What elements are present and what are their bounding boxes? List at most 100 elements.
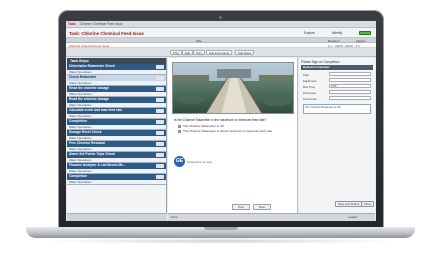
signoff-field-row: Task [301,72,373,77]
task-step-item[interactable]: Check Rotameter Water Operations [67,75,166,86]
task-step-category: Water Operations [69,81,92,85]
task-step-name: Read the chlorine dosage [67,97,166,103]
signoff-note[interactable]: The Chlorine Rotameter is OK [303,104,371,114]
prev-button[interactable]: Prev [232,204,250,210]
add-instructions-button[interactable]: Add Instructions [206,50,233,55]
task-step-category: Water Operations [69,169,92,173]
task-step-item[interactable]: Read the chlorine dosage Water Operations [67,86,166,97]
task-step-name: Free Chlorine Residual [67,141,166,147]
signoff-field-input[interactable]: 0:00 [329,84,371,89]
task-step-name: Flourine Analyzer & Lab Bench Me... [67,163,166,169]
signoff-title: Please Sign on Completion [301,60,340,64]
task-step-item[interactable]: Completion Water Operations [67,119,166,130]
app-brand: Task [68,22,76,26]
task-step-name: Alarm Set Points Trips Check [67,152,166,158]
edit-button[interactable]: Edit [182,50,193,55]
task-header: Task: Chlorine Chemical Feed Issue Explo… [66,28,376,38]
laptop-notch [204,227,238,230]
toolbar: Print Edit Print Add Instructions Add No… [66,48,376,57]
signoff-field-label: Equipment [303,79,317,83]
signoff-field-input[interactable] [329,72,371,77]
step-status-badge [156,131,164,135]
status-right: Loaded [348,216,357,219]
webcam [219,16,222,19]
logo-caption: Imagination at work [187,160,213,164]
task-step-category: Water Operations [69,158,92,162]
column-revision[interactable]: Revision [328,39,340,43]
user-role[interactable]: Minefly [332,31,342,35]
radio-icon[interactable] [178,124,181,128]
signoff-field-label: Run Time [303,85,315,89]
next-button[interactable]: Next [252,204,271,210]
step-status-badge [156,175,164,179]
column-title[interactable]: Title [196,39,202,43]
task-step-name: Calculate a min and max feed rate [67,108,166,114]
column-approver[interactable]: Approv [356,39,366,43]
task-step-item[interactable]: Read the chlorine dosage Water Operations [67,97,166,108]
save-submit-button[interactable]: Save and Submit [335,201,363,207]
signoff-field-row: Run Time 0:00 [301,84,373,89]
page-title: Task: Chlorine Chemical Feed Issue [69,30,144,36]
task-steps-panel: Task Steps Chlorinator Rotameter Check Wa… [67,58,167,221]
window-title-bar: Task Chlorine Chemical Feed Issue [66,21,376,28]
radio-icon[interactable] [178,129,181,133]
close-button[interactable]: Close [361,201,375,207]
signoff-field-label: Personnel [303,91,316,95]
task-step-category: Water Operations [69,92,92,96]
signoff-field-input[interactable] [329,78,371,83]
option-not-ok-label: The Chlorine Rotameter is still at minim… [183,129,273,133]
option-ok-label: The Chlorine Rotameter is OK [183,124,225,128]
signoff-field-label: Comments [303,97,317,101]
water-treatment-image [173,63,293,113]
task-step-item[interactable]: Chlorinator Rotameter Check Water Operati… [67,64,166,75]
task-step-category: Water Operations [69,136,92,140]
signoff-header: Reference Number [301,65,373,70]
step-status-badge [156,87,164,91]
task-step-category: Water Operations [69,147,92,151]
task-step-name: Chlorinator Rotameter Check [67,64,166,70]
ge-logo: GE [174,156,185,167]
task-step-item[interactable]: Completion Water Operations [67,174,166,185]
task-step-name: Dosage Reset Check [67,130,166,136]
battery-icon [359,31,371,35]
plant-photo [172,62,294,114]
signoff-field-label: Task [303,73,309,77]
document-meta: A.1 - 08/15 - 06/26 - 4.0 [328,43,360,48]
step-question: Is the Chlorine Rotameter in the maximum… [174,118,267,122]
signoff-field-row: Equipment [301,78,373,83]
signoff-field-input[interactable] [329,96,371,101]
task-step-item[interactable]: Calculate a min and max feed rate Water O… [67,108,166,119]
status-bar: Done Loaded [168,213,375,221]
laptop-base [26,227,415,238]
task-step-name: Completion [67,174,166,180]
step-status-badge [156,98,164,102]
add-notes-button[interactable]: Add Notes [235,50,255,55]
step-status-badge [156,120,164,124]
user-name[interactable]: Explore [304,31,315,35]
task-step-category: Water Operations [69,103,92,107]
step-content: Is the Chlorine Rotameter in the maximum… [168,58,298,213]
app-screen: Task Chlorine Chemical Feed Issue Task: … [66,21,376,221]
document-name: Chlorine Chemical Feed Issue [69,43,110,48]
step-status-badge [156,109,164,113]
signoff-field-input[interactable] [329,90,371,95]
step-status-badge [156,142,164,146]
task-step-item[interactable]: Alarm Set Points Trips Check Water Operat… [67,152,166,163]
task-step-name: Check Rotameter [67,75,166,81]
step-navigation: Prev Next [232,204,273,210]
task-step-item[interactable]: Dosage Reset Check Water Operations [67,130,166,141]
task-step-name: Read the chlorine dosage [67,86,166,92]
print-button[interactable]: Print [170,50,182,55]
print-button-2[interactable]: Print [193,50,205,55]
step-status-badge [156,153,164,157]
step-status-badge [156,76,164,80]
task-step-item[interactable]: Free Chlorine Residual Water Operations [67,141,166,152]
step-status-badge [156,164,164,168]
signoff-field-row: Comments [301,96,373,101]
left-status-strip [67,213,167,221]
steps-list: Chlorinator Rotameter Check Water Operati… [67,64,166,185]
option-not-ok[interactable]: The Chlorine Rotameter is still at minim… [178,129,272,133]
option-ok[interactable]: The Chlorine Rotameter is OK [178,124,224,128]
task-step-item[interactable]: Flourine Analyzer & Lab Bench Me... Water… [67,163,166,174]
step-status-badge [156,65,164,69]
